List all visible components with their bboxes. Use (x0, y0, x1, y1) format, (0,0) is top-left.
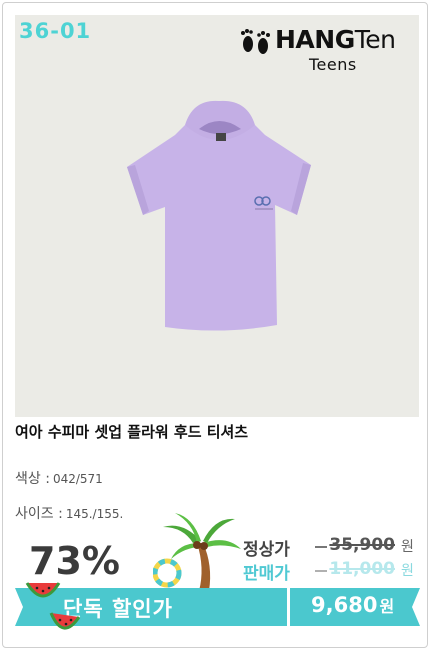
exclusive-price-value: 9,680 (311, 593, 378, 617)
brand-name-bold: HANG (275, 25, 355, 54)
sale-price-row: 판매가 11,000 원 (243, 559, 414, 584)
footprint-icon (241, 29, 270, 54)
product-title[interactable]: 여아 수피마 셋업 플라워 후드 티셔츠 (15, 421, 248, 442)
product-card[interactable]: 36-01 HANGTen Teens 여아 수피마 셋업 플라워 후드 티셔츠 (2, 2, 428, 648)
sale-price-currency: 원 (401, 563, 414, 579)
watermelon-icon (25, 582, 61, 598)
sale-price-label: 판매가 (243, 564, 290, 584)
regular-price-row: 정상가 35,900 원 (243, 535, 414, 560)
color-value: 042/571 (52, 472, 103, 486)
regular-price-label: 정상가 (243, 540, 290, 560)
watermelon-icon (49, 612, 81, 630)
brand-subtitle: Teens (309, 55, 357, 74)
color-option: 색상 :042/571 (15, 468, 103, 488)
sale-price-value: 11,000 (329, 559, 395, 579)
brand-logo: HANGTen Teens (239, 23, 409, 74)
product-photo[interactable]: 36-01 HANGTen Teens (15, 15, 419, 417)
exclusive-price: 9,680 원 (311, 593, 394, 617)
color-label: 색상 : (15, 471, 50, 487)
regular-price-value: 35,900 (329, 535, 395, 555)
product-code-badge: 36-01 (19, 19, 92, 43)
size-value: 145./155. (65, 507, 124, 521)
regular-price-currency: 원 (401, 539, 414, 555)
exclusive-price-currency: 원 (379, 597, 395, 616)
brand-name-light: Ten (354, 25, 396, 54)
size-option: 사이즈 :145./155. (15, 503, 123, 523)
size-label: 사이즈 : (15, 506, 63, 522)
hoodie-tshirt-image (127, 100, 311, 331)
palm-tree-icon (153, 513, 241, 591)
